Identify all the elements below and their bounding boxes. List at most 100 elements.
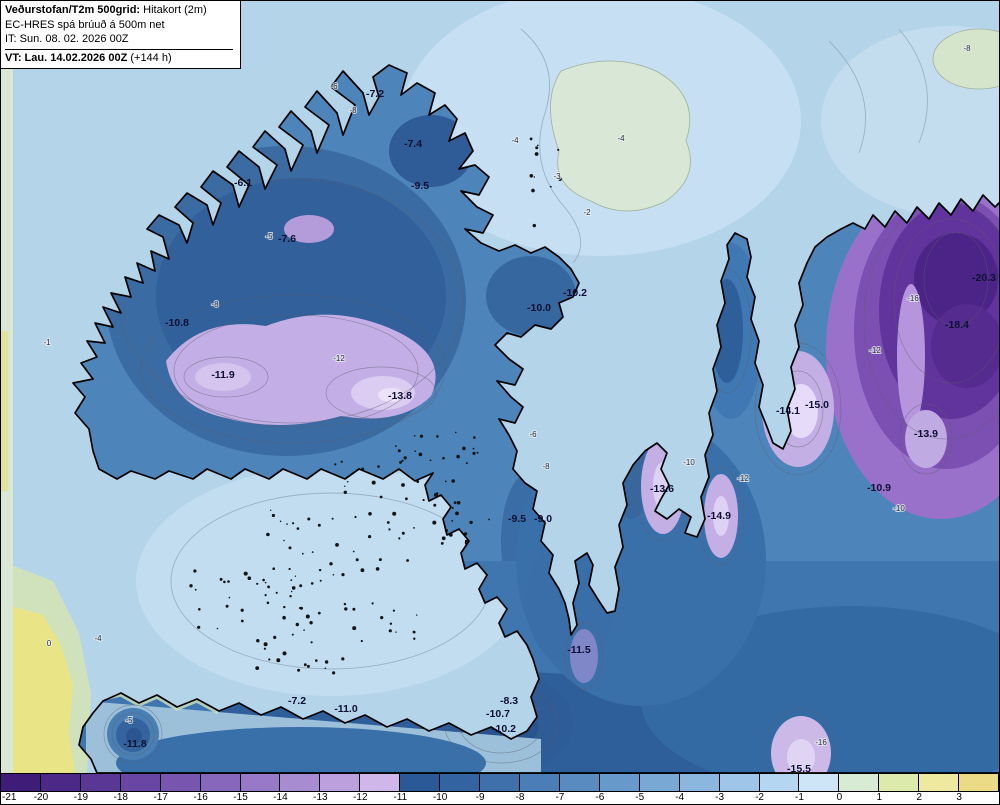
header-title-maptype: Hitakort (2m): [140, 4, 207, 16]
contour-label: -8: [542, 462, 550, 471]
island-dot: [441, 536, 446, 541]
header-box: Veðurstofan/T2m 500grid: Hitakort (2m) E…: [1, 1, 241, 70]
island-dot: [247, 576, 252, 580]
island-dot: [303, 663, 307, 667]
colorbar-tick: 0: [836, 792, 843, 803]
island-dot: [419, 434, 424, 438]
island-dot: [412, 630, 416, 634]
temp-label: -13.8: [388, 390, 412, 402]
colorbar-tick: -9: [475, 792, 485, 803]
header-title-product: Veðurstofan/T2m 500grid:: [5, 4, 141, 16]
island-dot: [276, 658, 281, 663]
island-dot: [557, 148, 560, 151]
colorbar-cell: -5: [635, 774, 680, 803]
temp-label: -10.8: [165, 317, 189, 329]
island-dot: [388, 629, 392, 633]
contour-label: -6: [529, 430, 537, 439]
island-dot: [418, 452, 423, 457]
island-dot: [291, 586, 296, 590]
island-dot: [240, 619, 244, 623]
contour-label: -6: [330, 82, 338, 91]
temp-label: -15.5: [787, 763, 811, 773]
island-dot: [317, 523, 321, 527]
island-dot: [286, 523, 288, 525]
island-dot: [346, 481, 349, 483]
island-dot: [262, 578, 265, 582]
temp-label: -7.6: [278, 233, 296, 245]
island-dot: [352, 607, 356, 611]
island-dot: [378, 558, 382, 562]
island-dot: [194, 588, 197, 591]
island-dot: [416, 614, 418, 616]
island-dot: [533, 176, 535, 178]
header-valid-time: VT: Lau. 14.02.2026 00Z (+144 h): [5, 48, 233, 66]
island-dot: [228, 596, 231, 599]
colorbar-tick: -5: [635, 792, 645, 803]
island-dot: [465, 462, 468, 465]
colorbar-cell: -1: [795, 774, 840, 803]
colorbar-tick: -21: [2, 792, 17, 803]
island-dot: [433, 503, 437, 507]
temp-label: -10.7: [486, 708, 510, 720]
island-dot: [360, 639, 363, 643]
temp-label: -8.3: [500, 695, 518, 707]
island-dot: [453, 501, 457, 504]
island-dot: [288, 567, 291, 571]
contour-label: -12: [737, 474, 749, 483]
temp-label: -7.2: [366, 88, 384, 100]
island-dot: [266, 532, 270, 537]
contour-label: -5: [125, 716, 133, 725]
island-dot: [344, 607, 348, 611]
island-dot: [303, 629, 305, 631]
colorbar-tick: -14: [273, 792, 288, 803]
colorbar-tick: -7: [555, 792, 565, 803]
island-dot: [198, 608, 201, 611]
island-dot: [529, 174, 534, 178]
island-dot: [360, 568, 365, 573]
colorbar-tick: 3: [956, 792, 962, 803]
island-dot: [413, 435, 416, 437]
island-dot: [380, 616, 384, 620]
temp-label: -9.0: [534, 513, 552, 525]
island-dot: [340, 460, 343, 463]
colorbar-cell: -2: [755, 774, 800, 803]
island-dot: [469, 520, 473, 525]
island-dot: [270, 509, 272, 511]
island-dot: [305, 614, 310, 619]
colorbar-tick: -12: [353, 792, 368, 803]
island-dot: [472, 447, 475, 450]
island-dot: [405, 497, 408, 501]
island-dot: [375, 567, 380, 571]
temp-label: -7.2: [288, 695, 306, 707]
contour-label: -2: [583, 208, 591, 217]
island-dot: [398, 537, 401, 540]
island-dot: [343, 490, 347, 494]
island-dot: [264, 594, 267, 597]
island-dot: [283, 539, 285, 542]
colorbar-tick: -11: [393, 792, 408, 803]
colorbar-cell: -7: [555, 774, 600, 803]
island-dot: [549, 185, 552, 188]
island-dot: [354, 515, 357, 519]
colorbar-cell: -4: [675, 774, 720, 803]
colorbar-cell: -15: [233, 774, 281, 803]
island-dot: [306, 664, 310, 668]
colorbar-cell: -17: [153, 774, 201, 803]
island-dot: [311, 551, 314, 553]
contour-label: -8: [963, 44, 971, 53]
island-dot: [271, 513, 275, 518]
island-dot: [297, 668, 301, 672]
island-dot: [399, 461, 402, 464]
island-dot: [379, 495, 383, 499]
island-dot: [310, 641, 313, 644]
island-dot: [267, 585, 270, 589]
colorbar-cell: 2: [916, 774, 960, 803]
temp-label: -10.0: [527, 302, 551, 314]
island-dot: [455, 431, 457, 434]
island-dot: [440, 542, 444, 545]
contour-label: -4: [511, 136, 519, 145]
temp-label: -11.5: [567, 644, 591, 656]
island-dot: [219, 577, 223, 581]
island-dot: [264, 581, 267, 584]
island-dot: [414, 450, 417, 453]
